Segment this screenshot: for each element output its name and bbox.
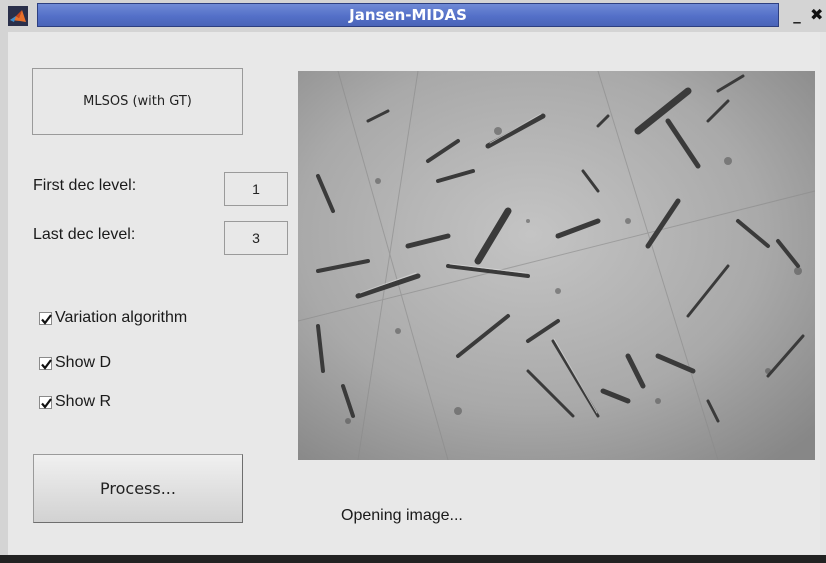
checkbox-check-icon[interactable] [39, 395, 52, 409]
variation-algorithm-checkbox[interactable]: Variation algorithm [39, 309, 187, 327]
close-button[interactable]: ✖ [810, 4, 826, 26]
window-bottom-border [0, 555, 826, 563]
show-r-label: Show R [55, 393, 112, 410]
microscopy-image-panel [298, 71, 815, 460]
first-dec-level-field[interactable]: 1 [224, 172, 288, 206]
matlab-logo-icon[interactable] [8, 6, 28, 26]
process-button[interactable]: Process... [33, 454, 243, 523]
title-strip: Jansen-MIDAS [37, 3, 779, 27]
window-title: Jansen-MIDAS [349, 6, 467, 24]
checkbox-check-icon[interactable] [39, 311, 52, 325]
show-d-label: Show D [55, 354, 112, 371]
last-dec-level-field[interactable]: 3 [224, 221, 288, 255]
method-button[interactable]: MLSOS (with GT) [32, 68, 243, 135]
variation-algorithm-label: Variation algorithm [55, 309, 188, 326]
status-text: Opening image... [341, 507, 463, 524]
show-r-checkbox[interactable]: Show R [39, 393, 111, 411]
checkbox-check-icon[interactable] [39, 356, 52, 370]
title-bar[interactable]: Jansen-MIDAS _ ✖ [0, 0, 826, 32]
application-window: Jansen-MIDAS _ ✖ MLSOS (with GT) First d… [0, 0, 826, 563]
minimize-button[interactable]: _ [790, 4, 804, 26]
last-dec-level-label: Last dec level: [33, 226, 136, 243]
first-dec-level-label: First dec level: [33, 177, 137, 194]
show-d-checkbox[interactable]: Show D [39, 354, 111, 372]
window-left-border [0, 32, 8, 555]
microscopy-crystals-image [298, 71, 815, 460]
